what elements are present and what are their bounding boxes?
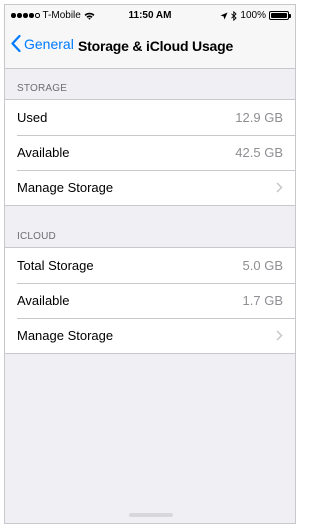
- list-item-available: Available 42.5 GB: [5, 135, 295, 170]
- list-item-icloud-available: Available 1.7 GB: [5, 283, 295, 318]
- battery-icon: [269, 11, 291, 20]
- status-right: 100%: [220, 10, 291, 21]
- page-title: Storage & iCloud Usage: [78, 38, 234, 54]
- list-item-total-storage: Total Storage 5.0 GB: [5, 248, 295, 283]
- back-button[interactable]: General: [11, 35, 74, 52]
- chevron-right-icon: [276, 330, 283, 341]
- status-bar: T-Mobile 11:50 AM 100%: [5, 5, 295, 25]
- row-label: Available: [17, 145, 70, 160]
- chevron-right-icon: [276, 182, 283, 193]
- navigation-bar: General Storage & iCloud Usage: [5, 25, 295, 69]
- row-label: Available: [17, 293, 70, 308]
- icloud-manage-storage-button[interactable]: Manage Storage: [5, 318, 295, 353]
- icloud-group: Total Storage 5.0 GB Available 1.7 GB Ma…: [5, 247, 295, 354]
- row-value: 1.7 GB: [242, 293, 283, 308]
- battery-percent: 100%: [240, 10, 266, 21]
- row-label: Manage Storage: [17, 328, 114, 343]
- section-header-storage: STORAGE: [17, 83, 68, 94]
- list-item-used: Used 12.9 GB: [5, 100, 295, 135]
- row-label: Total Storage: [17, 258, 94, 273]
- chevron-left-icon: [11, 35, 21, 52]
- scroll-indicator: [129, 513, 173, 517]
- bluetooth-icon: [231, 10, 238, 21]
- location-arrow-icon: [220, 12, 228, 19]
- manage-storage-button[interactable]: Manage Storage: [5, 170, 295, 205]
- section-header-icloud: ICLOUD: [17, 231, 56, 242]
- storage-group: Used 12.9 GB Available 42.5 GB Manage St…: [5, 99, 295, 206]
- phone-screen: T-Mobile 11:50 AM 100% General Storage &…: [4, 4, 296, 524]
- row-value: 42.5 GB: [235, 145, 283, 160]
- row-label: Used: [17, 110, 48, 125]
- back-button-label: General: [24, 35, 74, 52]
- row-value: 5.0 GB: [242, 258, 283, 273]
- row-label: Manage Storage: [17, 180, 114, 195]
- row-value: 12.9 GB: [235, 110, 283, 125]
